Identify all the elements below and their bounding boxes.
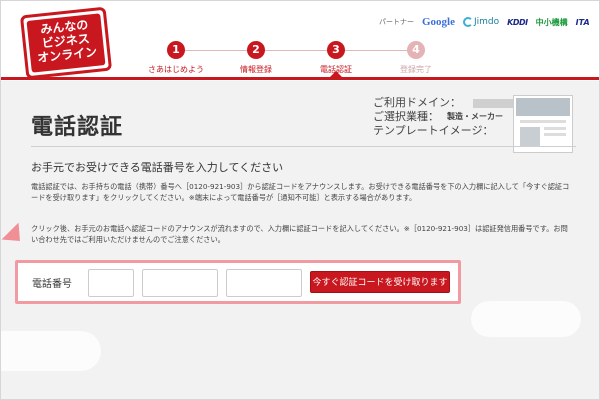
- pointer-arrow-icon: [1, 222, 29, 250]
- template-row: テンプレートイメージ：: [373, 124, 533, 138]
- cloud-decoration: [1, 331, 101, 371]
- instructions-paragraph-1: 電話認証では、お手持ちの電話（携帯）番号へ［0120-921-903］から認証コ…: [31, 182, 570, 202]
- browser-frame: みんなの ビジネス オンライン パートナー Google Jimdo KDDI …: [0, 0, 600, 400]
- template-label: テンプレートイメージ：: [373, 124, 494, 137]
- template-thumbnail: [513, 95, 573, 153]
- partner-jimdo-label: Jimdo: [474, 17, 500, 27]
- domain-row: ご利用ドメイン：: [373, 96, 533, 110]
- step-label: 登録完了: [400, 65, 432, 74]
- jimdo-icon: [463, 17, 473, 27]
- domain-label: ご利用ドメイン：: [373, 96, 461, 109]
- partners-label: パートナー: [379, 18, 414, 26]
- receive-code-button[interactable]: 今すぐ認証コードを受け取ります: [310, 271, 450, 293]
- site-logo[interactable]: みんなの ビジネス オンライン: [19, 6, 113, 80]
- step-number: 2: [247, 41, 265, 59]
- logo-text: みんなの ビジネス オンライン: [26, 13, 106, 73]
- phone-label: 電話番号: [32, 279, 72, 290]
- phone-field-2[interactable]: [142, 269, 218, 297]
- industry-value: 製造・メーカー: [447, 112, 503, 121]
- page-title: 電話認証: [31, 115, 124, 140]
- step-2: 2 情報登録: [216, 41, 296, 75]
- phone-form: 電話番号 今すぐ認証コードを受け取ります: [15, 260, 461, 304]
- header: みんなの ビジネス オンライン パートナー Google Jimdo KDDI …: [1, 1, 599, 81]
- step-1: 1 さあはじめよう: [136, 41, 216, 75]
- section-heading: お手元でお受けできる電話番号を入力してください: [31, 161, 284, 174]
- partner-ita: ITA: [575, 17, 590, 27]
- step-label: 情報登録: [240, 65, 272, 74]
- section-divider: [31, 146, 576, 147]
- instructions-paragraph-2: クリック後、お手元のお電話へ認証コードのアナウンスが流れますので、入力欄に認証コ…: [31, 224, 568, 244]
- step-3: 3 電話認証: [296, 41, 376, 75]
- phone-field-1[interactable]: [88, 269, 134, 297]
- industry-row: ご選択業種： 製造・メーカー: [373, 110, 533, 124]
- step-label: さあはじめよう: [148, 65, 204, 74]
- step-number: 1: [167, 41, 185, 59]
- account-meta: ご利用ドメイン： ご選択業種： 製造・メーカー テンプレートイメージ：: [373, 96, 533, 138]
- partner-kddi: KDDI: [507, 17, 528, 27]
- partner-logos: パートナー Google Jimdo KDDI 中小機構 ITA: [379, 15, 590, 29]
- partner-jimdo: Jimdo: [463, 17, 499, 27]
- industry-label: ご選択業種：: [373, 110, 439, 123]
- step-number: 4: [407, 41, 425, 59]
- step-number: 3: [327, 41, 345, 59]
- partner-google: Google: [422, 16, 455, 28]
- header-divider: [1, 77, 599, 80]
- partner-sme: 中小機構: [535, 17, 568, 27]
- step-4: 4 登録完了: [376, 41, 456, 75]
- cloud-decoration: [471, 301, 581, 337]
- phone-field-3[interactable]: [226, 269, 302, 297]
- progress-steps: 1 さあはじめよう 2 情報登録 3 電話認証 4 登録完了: [136, 41, 466, 79]
